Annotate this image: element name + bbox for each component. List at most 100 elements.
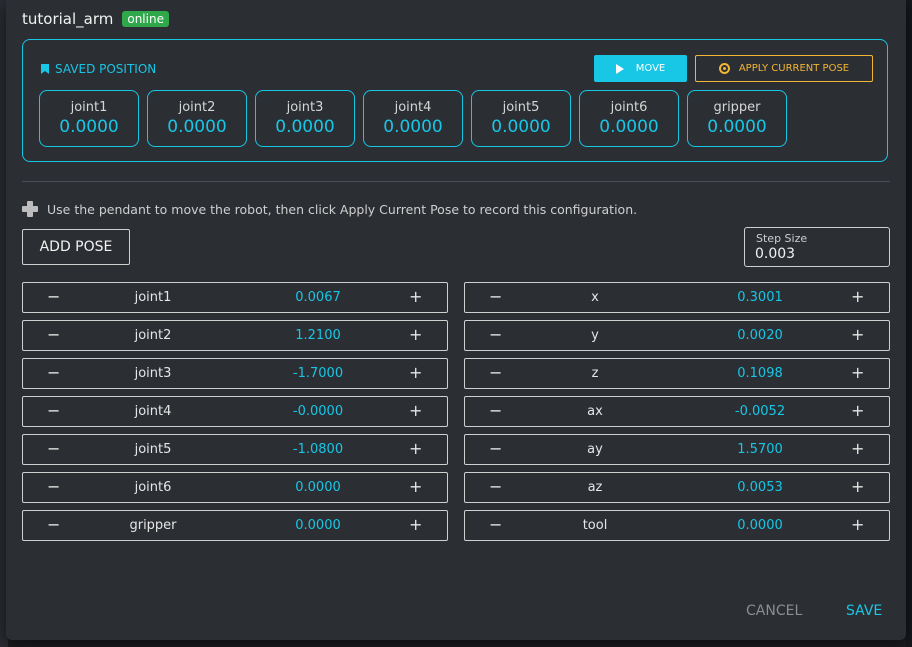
- decrement-button[interactable]: −: [47, 325, 60, 344]
- joint-control-row: − joint2 1.2100 +: [22, 320, 448, 351]
- decrement-button[interactable]: −: [489, 363, 502, 382]
- cartesian-control-row: − tool 0.0000 +: [464, 510, 890, 541]
- cartesian-control-row: − x 0.3001 +: [464, 282, 890, 313]
- cartesian-control-row: − z 0.1098 +: [464, 358, 890, 389]
- decrement-button[interactable]: −: [47, 401, 60, 420]
- decrement-button[interactable]: −: [489, 287, 502, 306]
- bookmark-icon: [41, 64, 49, 74]
- increment-button[interactable]: +: [409, 401, 422, 420]
- increment-button[interactable]: +: [851, 325, 864, 344]
- increment-button[interactable]: +: [409, 363, 422, 382]
- saved-joint-card: joint5 0.0000: [471, 90, 571, 147]
- move-button[interactable]: MOVE: [594, 55, 687, 82]
- saved-position-title: SAVED POSITION: [55, 62, 157, 76]
- saved-joint-value: 0.0000: [707, 117, 767, 137]
- saved-joint-label: joint4: [394, 100, 432, 115]
- decrement-button[interactable]: −: [47, 439, 60, 458]
- increment-button[interactable]: +: [409, 515, 422, 534]
- cartesian-control-name: x: [591, 290, 599, 305]
- saved-joint-card: joint2 0.0000: [147, 90, 247, 147]
- joint-control-row: − gripper 0.0000 +: [22, 510, 448, 541]
- joint-control-value: 0.0000: [295, 480, 341, 495]
- joint-control-row: − joint5 -1.0800 +: [22, 434, 448, 465]
- cartesian-control-row: − ay 1.5700 +: [464, 434, 890, 465]
- step-size-field[interactable]: Step Size: [744, 227, 890, 267]
- cartesian-control-row: − ax -0.0052 +: [464, 396, 890, 427]
- saved-joint-card: joint1 0.0000: [39, 90, 139, 147]
- instructions-text: Use the pendant to move the robot, then …: [47, 201, 638, 217]
- decrement-button[interactable]: −: [489, 325, 502, 344]
- saved-joint-label: joint6: [610, 100, 648, 115]
- move-button-label: MOVE: [635, 63, 666, 74]
- save-button[interactable]: SAVE: [846, 603, 882, 619]
- increment-button[interactable]: +: [409, 287, 422, 306]
- saved-joint-label: gripper: [713, 100, 761, 115]
- saved-position-heading: SAVED POSITION: [41, 62, 156, 76]
- apply-current-pose-label: APPLY CURRENT POSE: [738, 63, 850, 74]
- cartesian-control-value: 0.0053: [737, 480, 783, 495]
- saved-joint-value: 0.0000: [491, 117, 551, 137]
- joint-controls: − joint1 0.0067 + − joint2 1.2100 + − joint3 -1.70…: [22, 282, 448, 548]
- add-pose-button[interactable]: ADD POSE: [22, 229, 130, 265]
- joint-control-name: joint3: [134, 366, 172, 381]
- cartesian-control-value: 0.0000: [737, 518, 783, 533]
- decrement-button[interactable]: −: [489, 515, 502, 534]
- divider: [22, 181, 890, 182]
- saved-joint-value: 0.0000: [383, 117, 443, 137]
- saved-position-panel: SAVED POSITION MOVE APPLY CURRENT POSE j…: [22, 39, 888, 162]
- decrement-button[interactable]: −: [489, 477, 502, 496]
- increment-button[interactable]: +: [409, 477, 422, 496]
- joint-control-row: − joint3 -1.7000 +: [22, 358, 448, 389]
- joint-control-value: -1.0800: [292, 442, 344, 457]
- cancel-button[interactable]: CANCEL: [746, 603, 802, 619]
- joint-control-name: joint6: [134, 480, 172, 495]
- increment-button[interactable]: +: [851, 477, 864, 496]
- cartesian-control-name: y: [591, 328, 599, 343]
- decrement-button[interactable]: −: [47, 515, 60, 534]
- saved-joint-label: joint3: [286, 100, 324, 115]
- apply-current-pose-button[interactable]: APPLY CURRENT POSE: [695, 55, 873, 82]
- saved-joint-card: joint6 0.0000: [579, 90, 679, 147]
- joint-control-value: -1.7000: [292, 366, 344, 381]
- cartesian-control-row: − az 0.0053 +: [464, 472, 890, 503]
- saved-joint-cards: joint1 0.0000 joint2 0.0000 joint3 0.0000 join…: [39, 90, 787, 147]
- saved-joint-card: gripper 0.0000: [687, 90, 787, 147]
- decrement-button[interactable]: −: [489, 401, 502, 420]
- increment-button[interactable]: +: [409, 325, 422, 344]
- increment-button[interactable]: +: [851, 401, 864, 420]
- saved-joint-label: joint5: [502, 100, 540, 115]
- saved-joint-label: joint1: [70, 100, 108, 115]
- cartesian-control-value: 1.5700: [737, 442, 783, 457]
- joint-control-name: joint2: [134, 328, 172, 343]
- decrement-button[interactable]: −: [47, 287, 60, 306]
- step-size-input[interactable]: [755, 245, 875, 263]
- increment-button[interactable]: +: [851, 287, 864, 306]
- cartesian-control-value: -0.0052: [734, 404, 786, 419]
- joint-control-name: gripper: [129, 518, 177, 533]
- saved-joint-value: 0.0000: [59, 117, 119, 137]
- joint-control-name: joint1: [134, 290, 172, 305]
- decrement-button[interactable]: −: [489, 439, 502, 458]
- increment-button[interactable]: +: [851, 515, 864, 534]
- cartesian-control-name: ax: [587, 404, 603, 419]
- step-size-label: Step Size: [756, 232, 808, 245]
- decrement-button[interactable]: −: [47, 477, 60, 496]
- play-icon: [615, 63, 624, 74]
- gamepad-icon: [22, 201, 38, 217]
- increment-button[interactable]: +: [409, 439, 422, 458]
- cartesian-control-name: tool: [582, 518, 608, 533]
- joint-control-value: 0.0000: [295, 518, 341, 533]
- increment-button[interactable]: +: [851, 363, 864, 382]
- increment-button[interactable]: +: [851, 439, 864, 458]
- saved-joint-card: joint4 0.0000: [363, 90, 463, 147]
- cartesian-control-value: 0.3001: [737, 290, 783, 305]
- robot-name: tutorial_arm: [22, 10, 114, 28]
- saved-joint-value: 0.0000: [167, 117, 227, 137]
- joint-control-value: -0.0000: [292, 404, 344, 419]
- decrement-button[interactable]: −: [47, 363, 60, 382]
- cartesian-control-name: az: [587, 480, 603, 495]
- cartesian-controls: − x 0.3001 + − y 0.0020 + − z 0.1098 + − ax -0.0052 + − a…: [464, 282, 890, 548]
- cartesian-control-value: 0.1098: [737, 366, 783, 381]
- edit-pose-dialog: tutorial_arm online SAVED POSITION MOVE …: [6, 0, 906, 640]
- joint-control-row: − joint1 0.0067 +: [22, 282, 448, 313]
